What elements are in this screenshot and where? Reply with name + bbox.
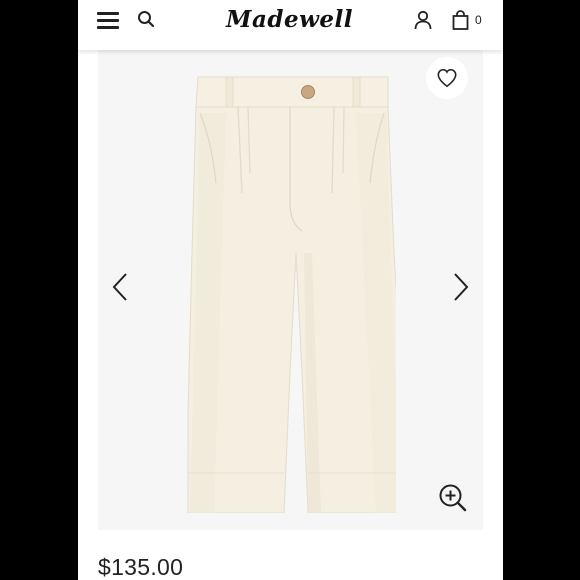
account-icon[interactable]	[414, 10, 432, 30]
product-price: $135.00	[98, 554, 184, 580]
top-nav-bar: Madewell 0	[78, 0, 503, 50]
brand-logo[interactable]: Madewell	[226, 6, 356, 36]
zoom-in-icon[interactable]	[438, 483, 468, 513]
shopping-bag-icon[interactable]	[452, 10, 469, 30]
favorite-button[interactable]	[426, 57, 468, 99]
product-image	[187, 76, 396, 513]
search-icon[interactable]	[137, 10, 155, 28]
bag-count: 0	[475, 13, 482, 27]
product-page: Madewell 0 $135.00	[78, 0, 503, 580]
heart-icon	[437, 68, 457, 88]
chevron-left-icon[interactable]	[112, 272, 128, 302]
menu-icon[interactable]	[97, 11, 119, 29]
chevron-right-icon[interactable]	[453, 272, 469, 302]
product-image-carousel[interactable]	[98, 50, 483, 530]
